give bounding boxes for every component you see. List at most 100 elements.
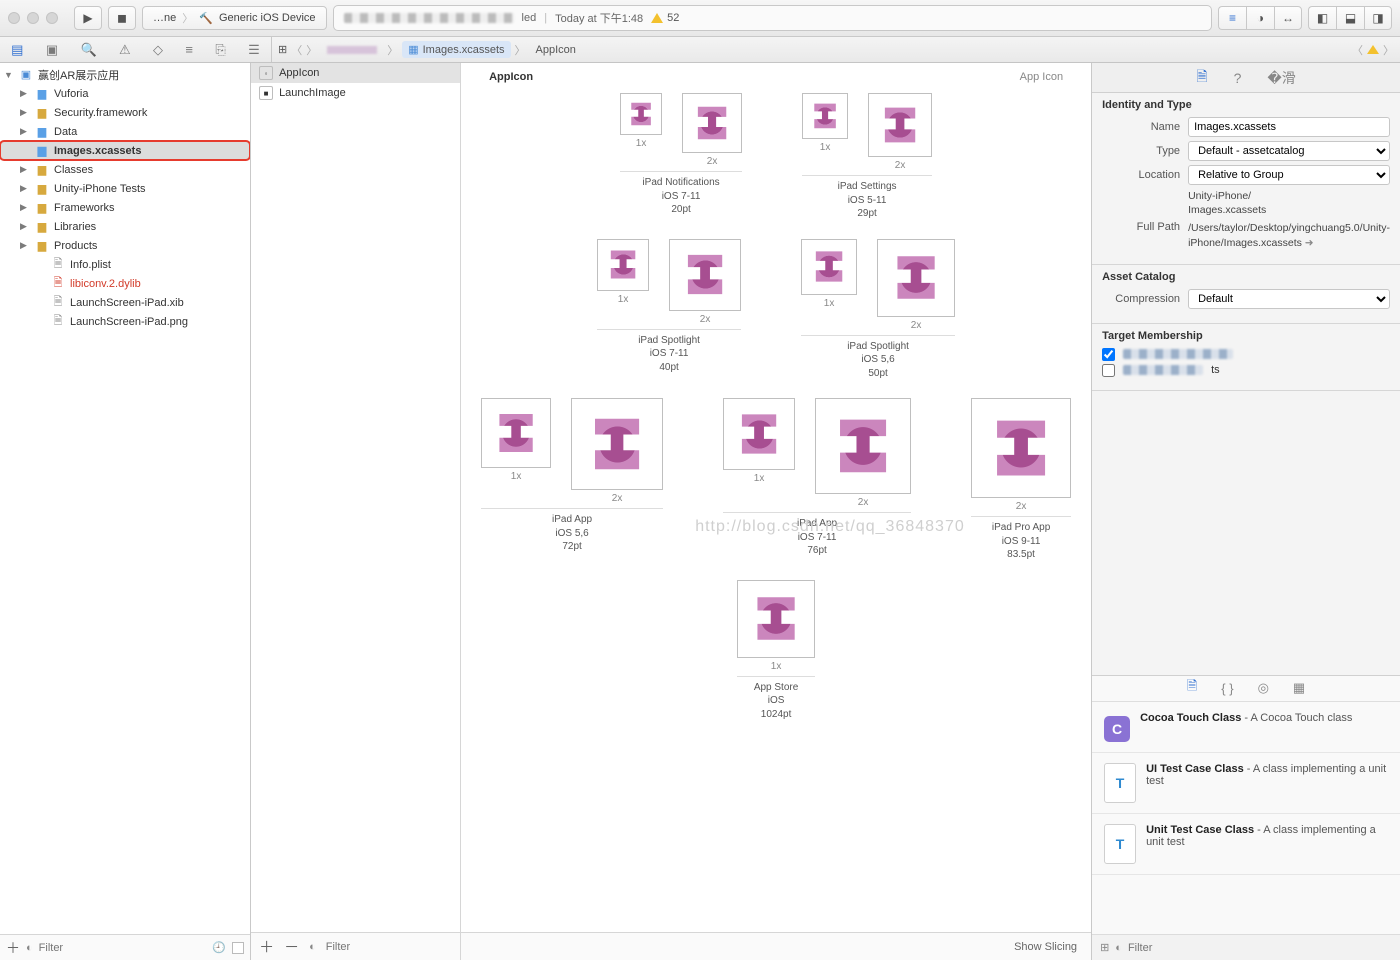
jump-prev-icon[interactable]: 〈 <box>1352 42 1363 58</box>
icon-slot[interactable]: 2x <box>815 398 911 508</box>
hammer-icon: 🔨 <box>199 12 213 25</box>
asset-outline[interactable]: ◦AppIcon■LaunchImage <box>251 63 461 932</box>
symbol-nav-icon: ▣ <box>46 42 58 58</box>
icon-slot[interactable]: 1x <box>737 580 815 672</box>
panel-toggles[interactable]: ◧ ⬓ ◨ <box>1308 6 1392 30</box>
icon-slot[interactable]: 1x <box>723 398 795 508</box>
warning-icon <box>1367 45 1379 54</box>
add-asset-icon[interactable]: ＋ <box>259 936 274 957</box>
back-icon[interactable]: 〈 <box>291 42 302 58</box>
compression-select[interactable]: Default <box>1188 289 1390 309</box>
jump-bar[interactable]: ⊞ 〈 〉 〉 ▦Images.xcassets 〉 AppIcon 〈 〉 <box>272 37 1400 62</box>
grid-icon[interactable]: ⊞ <box>1100 941 1109 954</box>
tree-row[interactable]: 🗎LaunchScreen-iPad.png <box>0 312 250 331</box>
remove-asset-icon[interactable]: － <box>284 936 299 957</box>
icon-slot[interactable]: 2x <box>971 398 1071 512</box>
asset-editor: ◦AppIcon■LaunchImage AppIcon App Icon 1x… <box>251 63 1091 960</box>
editor-mode-segmented[interactable]: ≡ ◑ ↔ <box>1218 6 1302 30</box>
library-item[interactable]: TUnit Test Case Class - A class implemen… <box>1092 814 1400 875</box>
library-filter-input[interactable] <box>1128 942 1392 954</box>
library-item[interactable]: CCocoa Touch Class - A Cocoa Touch class <box>1092 702 1400 753</box>
filter-scope-icon[interactable]: ◐ <box>26 942 33 954</box>
tree-row[interactable]: ▆Images.xcassets <box>0 141 250 160</box>
target-checkbox[interactable] <box>1102 348 1115 361</box>
project-navigator: ▼▣赢创AR展示应用▶▆Vuforia▶▆Security.framework▶… <box>0 63 251 960</box>
target-checkbox[interactable] <box>1102 364 1115 377</box>
object-library-icon: ◎ <box>1258 680 1269 696</box>
icon-slot[interactable]: 2x <box>571 398 663 504</box>
target-row[interactable]: ts <box>1102 364 1390 377</box>
tree-row[interactable]: ▶▆Security.framework <box>0 103 250 122</box>
target-row[interactable] <box>1102 348 1390 361</box>
tree-row[interactable]: ▶▆Data <box>0 122 250 141</box>
tree-row[interactable]: ▶▆Products <box>0 236 250 255</box>
tree-row[interactable]: 🗎Info.plist <box>0 255 250 274</box>
filter-scope-icon[interactable]: ◐ <box>309 941 316 953</box>
reveal-icon[interactable]: ➜ <box>1305 237 1314 249</box>
filter-scope-icon[interactable]: ◐ <box>1115 942 1122 954</box>
status-blur <box>344 13 514 23</box>
tree-row[interactable]: ▶▆Vuforia <box>0 84 250 103</box>
related-items-icon[interactable]: ⊞ <box>278 43 287 56</box>
right-panel-icon: ◨ <box>1364 6 1392 30</box>
asset-row[interactable]: ◦AppIcon <box>251 63 460 83</box>
tree-row[interactable]: ▶▆Frameworks <box>0 198 250 217</box>
asset-filter-input[interactable] <box>326 941 468 953</box>
breakpoint-nav-icon: ⎘ <box>215 42 225 58</box>
tree-root[interactable]: ▼▣赢创AR展示应用 <box>0 65 250 84</box>
icon-slot[interactable]: 1x <box>481 398 551 504</box>
icon-slot[interactable]: 2x <box>682 93 742 167</box>
asset-canvas[interactable]: AppIcon App Icon 1x2xiPad Notificationsi… <box>461 63 1091 932</box>
icon-slot[interactable]: 2x <box>877 239 955 331</box>
library-item[interactable]: TUI Test Case Class - A class implementi… <box>1092 753 1400 814</box>
asset-row[interactable]: ■LaunchImage <box>251 83 460 103</box>
show-slicing-button[interactable]: Show Slicing <box>1000 941 1091 953</box>
asset-catalog-section: Asset Catalog Compression Default <box>1092 265 1400 324</box>
icon-slot[interactable]: 1x <box>597 239 649 325</box>
forward-icon[interactable]: 〉 <box>306 42 317 58</box>
location-select[interactable]: Relative to Group <box>1188 165 1390 185</box>
compression-label: Compression <box>1102 293 1180 305</box>
file-template-icon: 🗎 <box>1187 677 1197 699</box>
icon-slot[interactable]: 2x <box>868 93 932 171</box>
identity-title: Identity and Type <box>1102 99 1390 111</box>
scm-filter-icon[interactable] <box>232 942 244 954</box>
navigator-filter-input[interactable] <box>39 942 207 954</box>
run-button[interactable]: ▶ <box>74 6 102 30</box>
tree-row[interactable]: 🗎libiconv.2.dylib <box>0 274 250 293</box>
icon-slot[interactable]: 1x <box>802 93 848 171</box>
type-label: Type <box>1102 145 1180 157</box>
tree-row[interactable]: ▶▆Libraries <box>0 217 250 236</box>
tree-row[interactable]: 🗎LaunchScreen-iPad.xib <box>0 293 250 312</box>
icon-slot[interactable]: 2x <box>669 239 741 325</box>
icon-slot[interactable]: 1x <box>801 239 857 331</box>
library-list[interactable]: CCocoa Touch Class - A Cocoa Touch class… <box>1092 702 1400 934</box>
find-nav-icon: 🔍 <box>80 42 96 58</box>
clock-icon[interactable]: 🕘 <box>212 941 226 954</box>
test-nav-icon: ◇ <box>153 42 163 58</box>
window-controls[interactable] <box>8 12 58 24</box>
report-nav-icon: ☰ <box>248 42 260 58</box>
stop-button[interactable]: ◼ <box>108 6 136 30</box>
navigator-tabs[interactable]: ▤ ▣ 🔍 ⚠ ◇ ≡ ⎘ ☰ <box>0 37 272 62</box>
project-tree[interactable]: ▼▣赢创AR展示应用▶▆Vuforia▶▆Security.framework▶… <box>0 63 250 934</box>
icon-slot-group: 1x2xiPad NotificationsiOS 7-1120pt <box>620 93 742 221</box>
library-tabs[interactable]: 🗎 { } ◎ ▦ <box>1092 676 1400 702</box>
navigator-bottom-bar: ＋ ◐ 🕘 <box>0 934 250 960</box>
tree-row[interactable]: ▶▆Unity-iPhone Tests <box>0 179 250 198</box>
jump-next-icon[interactable]: 〉 <box>1383 42 1394 58</box>
status-warning[interactable]: 52 <box>651 12 679 24</box>
asset-kind: App Icon <box>1020 71 1063 83</box>
icon-slot-group: 1x2xiPad AppiOS 5,672pt <box>481 398 663 562</box>
bottom-panel-icon: ⬓ <box>1336 6 1364 30</box>
icon-slot[interactable]: 1x <box>620 93 662 167</box>
add-icon[interactable]: ＋ <box>6 938 20 958</box>
scheme-selector[interactable]: …ne 〉 🔨 Generic iOS Device <box>142 6 327 30</box>
project-nav-icon: ▤ <box>11 42 23 58</box>
name-field[interactable] <box>1188 117 1390 137</box>
icon-slot-group: 1x2xiPad SpotlightiOS 5,650pt <box>801 239 955 381</box>
type-select[interactable]: Default - assetcatalog <box>1188 141 1390 161</box>
library-panel: 🗎 { } ◎ ▦ CCocoa Touch Class - A Cocoa T… <box>1092 675 1400 960</box>
tree-row[interactable]: ▶▆Classes <box>0 160 250 179</box>
inspector-tabs[interactable]: 🗎 ? �滑 <box>1092 63 1400 93</box>
